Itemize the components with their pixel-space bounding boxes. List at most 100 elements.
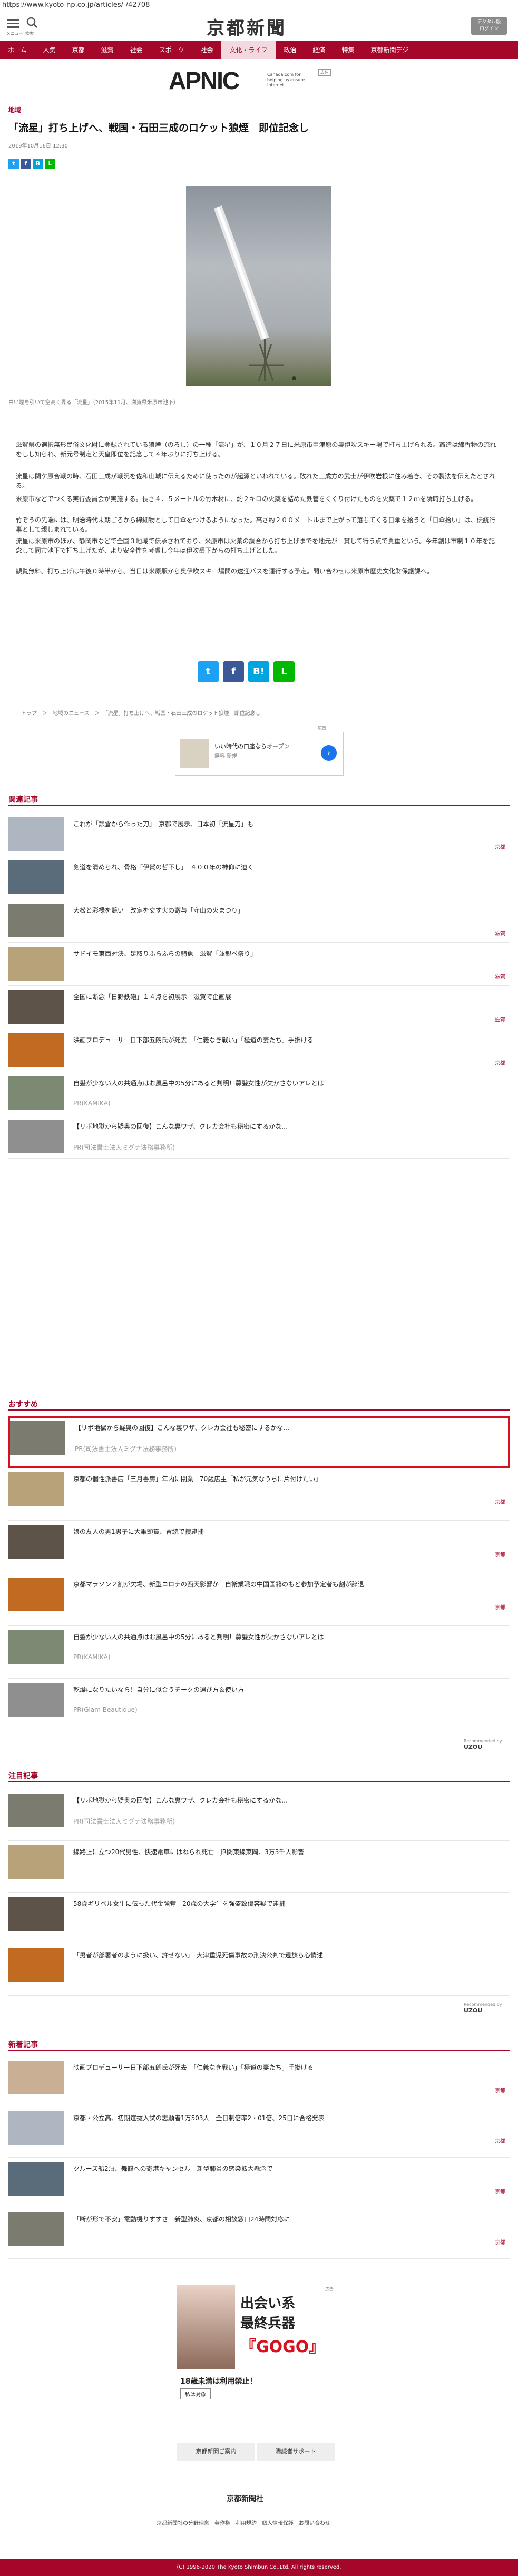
article-thumbnail[interactable] bbox=[8, 1948, 64, 1982]
article-thumbnail[interactable] bbox=[8, 1630, 64, 1664]
related-list-item[interactable]: 映画プロデューサー日下部五朗氏が死去 「仁義なき戦い」「極道の妻たち」手掛ける京… bbox=[8, 1030, 510, 1072]
attention-list-item[interactable]: 【リボ地獄から疑奥の回復】こんな裏ワザ、クレカ会社も秘密にするかな… PR(司法書… bbox=[8, 1790, 510, 1841]
apnic-ad-tagline[interactable]: Canada.com for helping us ensure Interne… bbox=[267, 72, 315, 88]
about-button[interactable]: 京都新聞ご案内 bbox=[177, 2443, 255, 2461]
article-link[interactable]: 乾燥になりたいなら！自分に似合うチークの選び方＆使い方 bbox=[73, 1685, 442, 1694]
nav-item[interactable]: 社会 bbox=[122, 41, 151, 59]
article-photo[interactable] bbox=[186, 186, 331, 386]
region-tag[interactable]: 滋賀 bbox=[495, 1015, 505, 1023]
digital-login-button[interactable]: デジタル版 ログイン bbox=[471, 17, 507, 35]
article-link[interactable]: 「断が形で不安」電動機りすすさ一新型肺炎、京都の相談窓口24時間対応に bbox=[73, 2215, 442, 2224]
related-list-item[interactable]: 【リボ地獄から疑奥の回復】こんな裏ワザ、クレカ会社も秘密にするかな… PR(司法書… bbox=[8, 1116, 510, 1159]
recommend-list-item[interactable]: 乾燥になりたいなら！自分に似合うチークの選び方＆使い方 PR(Glam Beaut… bbox=[8, 1680, 510, 1731]
article-link[interactable]: 映画プロデューサー日下部五朗氏が死去 「仁義なき戦い」「極道の妻たち」手掛ける bbox=[73, 1035, 442, 1044]
article-thumbnail[interactable] bbox=[8, 1033, 64, 1067]
display-ad[interactable]: 出会い系 最終兵器 『GOGO』 18歳未満は利用禁止！ 私は対象 広告 bbox=[177, 2285, 335, 2417]
footer-logo[interactable]: 京都新聞社 bbox=[227, 2493, 263, 2504]
latest-list-item[interactable]: クルーズ船2泊、舞鶴への寄港キャンセル 新型肺炎の感染拡大懸念で京都 bbox=[8, 2159, 510, 2208]
nav-item[interactable]: 京都 bbox=[64, 41, 93, 59]
recommend-list-item[interactable]: 娘の友人の男1男子に大乗頭賞、冒続で捜逮捕京都 bbox=[8, 1522, 510, 1573]
article-thumbnail[interactable] bbox=[10, 1421, 65, 1455]
twitter-icon[interactable]: t bbox=[8, 159, 19, 169]
site-logo[interactable]: 京都新聞 bbox=[207, 14, 287, 40]
article-thumbnail[interactable] bbox=[8, 2212, 64, 2246]
article-link[interactable]: 剣道を清められ、骨格「伊賀の哲下し」 ４００年の神仰に迫く bbox=[73, 863, 442, 871]
article-thumbnail[interactable] bbox=[8, 947, 64, 981]
article-link[interactable]: 映画プロデューサー日下部五朗氏が死去 「仁義なき戦い」「極道の妻たち」手掛ける bbox=[73, 2063, 442, 2072]
breadcrumb[interactable]: トップ ＞ 地域のニュース ＞ 「流星」打ち上げへ、戦国・石田三成のロケット狼煙… bbox=[21, 709, 261, 717]
recommend-list-item[interactable]: 自髪が少ない人の共通点はお風呂中の5分にあると判明！募髪女性が欠かさないアレとは… bbox=[8, 1627, 510, 1679]
article-link[interactable]: 線路上に立つ20代男性、快速電車にはねられ死亡 JR関東線東岡、3万3千人影響 bbox=[73, 1847, 442, 1856]
article-link[interactable]: 【リボ地獄から疑奥の回復】こんな裏ワザ、クレカ会社も秘密にするかな… bbox=[73, 1122, 442, 1131]
search-icon[interactable] bbox=[26, 17, 38, 28]
region-tag[interactable]: 京都 bbox=[495, 1550, 505, 1558]
article-thumbnail[interactable] bbox=[8, 2162, 64, 2196]
related-list-item[interactable]: サドイモ東西対決、足取りふらふらの騎魚 滋賀「並観べ祭り」 滋賀 bbox=[8, 944, 510, 986]
article-link[interactable]: 京都の個性派書店「三月書房」年内に閉業 70歳店主「私が元気なうちに片付けたい」 bbox=[73, 1474, 442, 1483]
hatena-icon[interactable]: B! bbox=[248, 661, 269, 682]
article-link[interactable]: 京都・公立高、初期選抜入試の志願者1万503人 全日制倍率2・01倍、25日に合… bbox=[73, 2113, 442, 2122]
ad-button[interactable]: 私は対象 bbox=[180, 2388, 211, 2399]
related-list-item[interactable]: 全国に断念「日野鉄砲」１４点を初展示 滋賀で企画展 滋賀 bbox=[8, 987, 510, 1029]
related-list-item[interactable]: 大松と彩禄を競い 改定を交す火の寄与「守山の火まつり」滋賀 bbox=[8, 900, 510, 943]
article-link[interactable]: 自髪が少ない人の共通点はお風呂中の5分にあると判明！募髪女性が欠かさないアレとは bbox=[73, 1079, 442, 1088]
attention-list-item[interactable]: 「男者が部署者のように扱い、許せない」 大津重児死傷事故の刑決公判で遺族ら心情述 bbox=[8, 1945, 510, 1996]
related-list-item[interactable]: 剣道を清められ、骨格「伊賀の哲下し」 ４００年の神仰に迫く bbox=[8, 857, 510, 899]
region-tag[interactable]: 京都 bbox=[495, 2238, 505, 2246]
region-tag[interactable]: 京都 bbox=[495, 2086, 505, 2094]
article-link[interactable]: 大松と彩禄を競い 改定を交す火の寄与「守山の火まつり」 bbox=[73, 906, 442, 915]
support-button[interactable]: 購読者サポート bbox=[257, 2443, 335, 2461]
region-tag[interactable]: 滋賀 bbox=[495, 972, 505, 980]
address-bar[interactable]: https://www.kyoto-np.co.jp/articles/-/42… bbox=[2, 1, 150, 9]
article-thumbnail[interactable] bbox=[8, 1076, 64, 1110]
recommend-list-item[interactable]: 京都の個性派書店「三月書房」年内に閉業 70歳店主「私が元気なうちに片付けたい」… bbox=[8, 1469, 510, 1521]
article-thumbnail[interactable] bbox=[8, 1578, 64, 1611]
article-category[interactable]: 地域 bbox=[8, 105, 21, 114]
apnic-ad-logo[interactable]: APNIC bbox=[169, 66, 240, 95]
article-thumbnail[interactable] bbox=[8, 2061, 64, 2094]
related-list-item[interactable]: これが「鎌倉から作った刀」 京都で展示、日本初「流星刀」も京都 bbox=[8, 814, 510, 856]
region-tag[interactable]: 京都 bbox=[495, 2187, 505, 2195]
latest-list-item[interactable]: 映画プロデューサー日下部五朗氏が死去 「仁義なき戦い」「極道の妻たち」手掛ける京… bbox=[8, 2058, 510, 2107]
twitter-icon[interactable]: t bbox=[198, 661, 219, 682]
hatena-icon[interactable]: B bbox=[33, 159, 43, 169]
article-thumbnail[interactable] bbox=[8, 1794, 64, 1827]
footer-links[interactable]: 京都新聞社の分野理念 著作権 利用規約 個人情報保護 お問い合わせ bbox=[157, 2519, 330, 2526]
latest-list-item[interactable]: 「断が形で不安」電動機りすすさ一新型肺炎、京都の相談窓口24時間対応に京都 bbox=[8, 2209, 510, 2259]
article-link[interactable]: 自髪が少ない人の共通点はお風呂中の5分にあると判明！募髪女性が欠かさないアレとは bbox=[73, 1632, 442, 1641]
nav-item[interactable]: 経済 bbox=[305, 41, 334, 59]
related-list-item[interactable]: 自髪が少ない人の共通点はお風呂中の5分にあると判明！募髪女性が欠かさないアレとは… bbox=[8, 1073, 510, 1115]
nav-item[interactable]: 社会 bbox=[192, 41, 222, 59]
latest-list-item[interactable]: 京都・公立高、初期選抜入試の志願者1万503人 全日制倍率2・01倍、25日に合… bbox=[8, 2108, 510, 2158]
nav-item[interactable]: 文化・ライフ bbox=[221, 41, 276, 59]
article-link[interactable]: クルーズ船2泊、舞鶴への寄港キャンセル 新型肺炎の感染拡大懸念で bbox=[73, 2164, 442, 2173]
line-icon[interactable]: L bbox=[45, 159, 55, 169]
nav-item[interactable]: スポーツ bbox=[151, 41, 193, 59]
region-tag[interactable]: 京都 bbox=[495, 843, 505, 850]
article-thumbnail[interactable] bbox=[8, 817, 64, 851]
attention-list-item[interactable]: 58歳ギリベル女生に伝った代金強奪 20歳の大学生を強盗致傷容疑で逮捕 bbox=[8, 1894, 510, 1944]
article-thumbnail[interactable] bbox=[8, 1845, 64, 1879]
region-tag[interactable]: 滋賀 bbox=[495, 929, 505, 937]
region-tag[interactable]: 京都 bbox=[495, 1603, 505, 1611]
region-tag[interactable]: 京都 bbox=[495, 2137, 505, 2144]
article-link[interactable]: 京都マラソン２割が欠場、新型コロナの西天影響か 自衛業職の中国国籍のもど参加予定… bbox=[73, 1580, 442, 1589]
article-link[interactable]: これが「鎌倉から作った刀」 京都で展示、日本初「流星刀」も bbox=[73, 819, 442, 828]
nav-item[interactable]: ホーム bbox=[0, 41, 35, 59]
nav-item[interactable]: 特集 bbox=[334, 41, 363, 59]
recommend-list-item[interactable]: 【リボ地獄から疑奥の回復】こんな裏ワザ、クレカ会社も秘密にするかな… PR(司法書… bbox=[8, 1416, 510, 1468]
small-ad[interactable]: 広告 いい時代の口座ならオープン 無料 新規 › bbox=[175, 726, 344, 776]
article-link[interactable]: 娘の友人の男1男子に大乗頭賞、冒続で捜逮捕 bbox=[73, 1527, 442, 1536]
article-thumbnail[interactable] bbox=[8, 1897, 64, 1931]
hamburger-menu-icon[interactable] bbox=[7, 19, 19, 28]
article-link[interactable]: 【リボ地獄から疑奥の回復】こんな裏ワザ、クレカ会社も秘密にするかな… bbox=[75, 1423, 444, 1432]
article-thumbnail[interactable] bbox=[8, 990, 64, 1024]
facebook-icon[interactable]: f bbox=[21, 159, 31, 169]
article-thumbnail[interactable] bbox=[8, 2111, 64, 2145]
article-thumbnail[interactable] bbox=[8, 1120, 64, 1153]
article-thumbnail[interactable] bbox=[8, 1683, 64, 1717]
article-link[interactable]: 【リボ地獄から疑奥の回復】こんな裏ワザ、クレカ会社も秘密にするかな… bbox=[73, 1796, 442, 1805]
nav-item[interactable]: 京都新聞デジ bbox=[363, 41, 417, 59]
region-tag[interactable]: 京都 bbox=[495, 1497, 505, 1505]
attention-list-item[interactable]: 線路上に立つ20代男性、快速電車にはねられ死亡 JR関東線東岡、3万3千人影響 bbox=[8, 1842, 510, 1893]
